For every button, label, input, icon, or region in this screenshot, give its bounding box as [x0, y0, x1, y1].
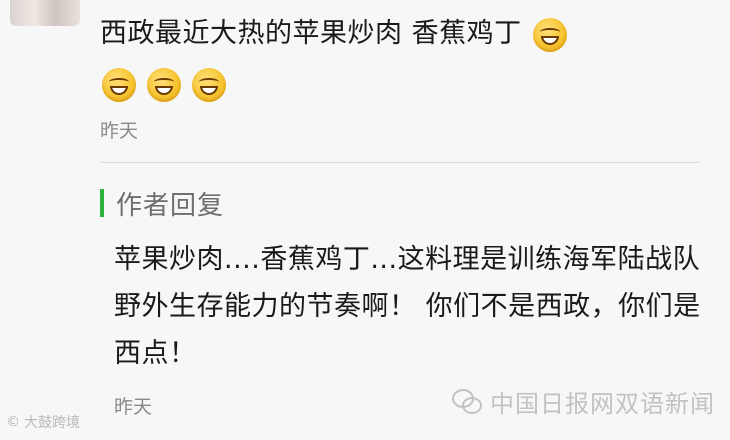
grin-emoji-icon — [147, 68, 182, 102]
grin-emoji-icon — [192, 68, 227, 102]
comment-text: 西政最近大热的苹果炒肉 香蕉鸡丁 — [100, 18, 522, 49]
reply-label: 作者回复 — [116, 190, 225, 221]
emoji-row — [100, 68, 230, 102]
avatar[interactable] — [10, 0, 80, 26]
grin-emoji-icon — [532, 17, 567, 52]
watermark-right-text: 中国日报网双语新闻 — [490, 390, 715, 418]
comment-timestamp: 昨天 — [100, 120, 139, 142]
watermark-left-text: 大鼓跨境 — [24, 415, 80, 431]
grin-emoji-icon — [102, 68, 136, 102]
reply-timestamp: 昨天 — [114, 396, 153, 418]
watermark-left: © 大鼓跨境 — [6, 412, 80, 432]
cc-icon: © — [6, 414, 20, 430]
reply-text: 苹果炒肉....香蕉鸡丁...这料理是训练海军陆战队野外生存能力的节奏啊！ 你们… — [114, 244, 701, 369]
watermark-right: 中国日报网双语新闻 — [452, 384, 715, 419]
author-reply-header: 作者回复 — [100, 188, 224, 221]
comment-body: 西政最近大热的苹果炒肉 香蕉鸡丁 — [100, 14, 700, 54]
divider — [100, 162, 700, 163]
wechat-icon — [452, 388, 482, 415]
reply-accent-bar — [100, 189, 104, 217]
